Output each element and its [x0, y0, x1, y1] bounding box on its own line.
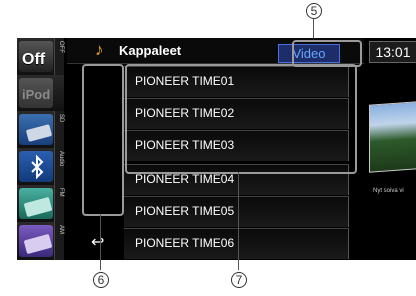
thumbnail-caption: Nyt soiva vi: [373, 188, 404, 194]
track-title: PIONEER TIME04: [135, 172, 235, 186]
track-list-highlight: [125, 64, 357, 174]
off-label: Off: [22, 51, 46, 68]
source-bluetooth[interactable]: Audio: [17, 148, 64, 186]
callout-6: 6: [93, 272, 109, 288]
clock: 13:01: [369, 41, 416, 63]
ipod-label: iPod: [22, 87, 51, 102]
source-ipod[interactable]: iPod: [17, 75, 64, 112]
source-fm[interactable]: FM: [17, 185, 64, 223]
page-title: Kappaleet: [119, 43, 182, 58]
callout-7-line: [238, 172, 239, 270]
back-icon[interactable]: ↩: [91, 232, 104, 252]
source-off[interactable]: Off OFF: [17, 38, 64, 76]
source-sd[interactable]: SD: [17, 111, 64, 149]
track-title: PIONEER TIME05: [135, 204, 235, 218]
callout-5-line: [313, 19, 314, 39]
scroll-area-highlight: [82, 64, 124, 216]
track-title: PIONEER TIME06: [135, 236, 235, 250]
source-am[interactable]: AM: [17, 222, 64, 260]
callout-5: 5: [306, 3, 322, 19]
bluetooth-icon: [31, 154, 44, 180]
sd-card-icon: [26, 124, 52, 142]
music-note-icon: ♪: [95, 40, 104, 59]
radio-fm-icon: [24, 197, 52, 217]
track-row[interactable]: PIONEER TIME05: [124, 196, 349, 227]
track-row[interactable]: PIONEER TIME06: [124, 228, 349, 259]
callout-6-line: [100, 214, 101, 270]
callout-7: 7: [231, 272, 247, 288]
radio-am-icon: [24, 234, 52, 254]
video-button-highlight: [292, 40, 362, 67]
video-thumbnail[interactable]: [369, 101, 416, 173]
